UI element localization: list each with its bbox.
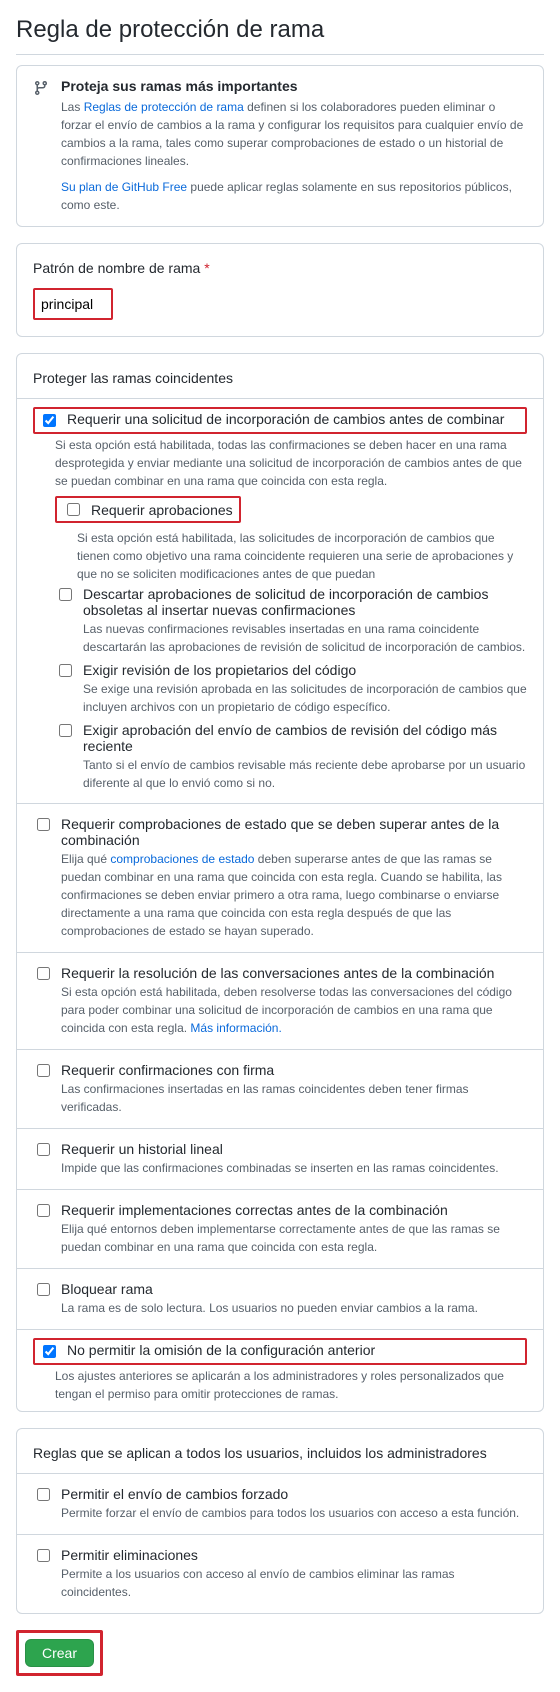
lock-label: Bloquear rama — [61, 1281, 527, 1297]
create-button-highlight: Crear — [16, 1630, 103, 1676]
protect-matching-header: Proteger las ramas coincidentes — [17, 354, 543, 399]
all-users-header: Reglas que se aplican a todos los usuari… — [17, 1429, 543, 1474]
status-checks-link[interactable]: comprobaciones de estado — [110, 852, 254, 866]
info-paragraph-1: Las Reglas de protección de rama definen… — [61, 98, 527, 170]
signed-desc: Las confirmaciones insertadas en las ram… — [61, 1080, 527, 1116]
codeowners-desc: Se exige una revisión aprobada en las so… — [83, 680, 527, 716]
deletions-checkbox[interactable] — [37, 1549, 50, 1562]
branch-rule-icon — [33, 80, 49, 96]
page-title: Regla de protección de rama — [16, 16, 544, 55]
no-bypass-highlight: No permitir la omisión de la configuraci… — [33, 1338, 527, 1365]
conversations-label: Requerir la resolución de las conversaci… — [61, 965, 527, 981]
linear-desc: Impide que las confirmaciones combinadas… — [61, 1159, 527, 1177]
deletions-desc: Permite a los usuarios con acceso al env… — [61, 1565, 527, 1601]
info-heading: Proteja sus ramas más importantes — [61, 78, 527, 94]
require-approvals-desc: Si esta opción está habilitada, las soli… — [77, 529, 527, 583]
dismiss-stale-desc: Las nuevas confirmaciones revisables ins… — [83, 620, 527, 656]
require-approvals-highlight: Requerir aprobaciones — [55, 496, 241, 523]
branch-pattern-panel: Patrón de nombre de rama * — [16, 243, 544, 337]
lock-desc: La rama es de solo lectura. Los usuarios… — [61, 1299, 527, 1317]
all-users-panel: Reglas que se aplican a todos los usuari… — [16, 1428, 544, 1614]
protection-rules-link[interactable]: Reglas de protección de rama — [84, 100, 244, 114]
protect-matching-panel: Proteger las ramas coincidentes Requerir… — [16, 353, 544, 1412]
last-push-desc: Tanto si el envío de cambios revisable m… — [83, 756, 527, 792]
require-pr-highlight: Requerir una solicitud de incorporación … — [33, 407, 527, 434]
create-button[interactable]: Crear — [25, 1639, 94, 1667]
dismiss-stale-label: Descartar aprobaciones de solicitud de i… — [83, 586, 527, 618]
require-approvals-label: Requerir aprobaciones — [91, 502, 233, 518]
lock-checkbox[interactable] — [37, 1283, 50, 1296]
status-checks-label: Requerir comprobaciones de estado que se… — [61, 816, 527, 848]
deletions-label: Permitir eliminaciones — [61, 1547, 527, 1563]
require-pr-checkbox[interactable] — [43, 414, 56, 427]
require-pr-desc: Si esta opción está habilitada, todas la… — [55, 436, 527, 490]
linear-checkbox[interactable] — [37, 1143, 50, 1156]
require-pr-label: Requerir una solicitud de incorporación … — [67, 411, 504, 427]
no-bypass-desc: Los ajustes anteriores se aplicarán a lo… — [55, 1367, 527, 1403]
deployments-checkbox[interactable] — [37, 1204, 50, 1217]
linear-label: Requerir un historial lineal — [61, 1141, 527, 1157]
info-panel: Proteja sus ramas más importantes Las Re… — [16, 65, 544, 227]
conversations-link[interactable]: Más información. — [190, 1021, 281, 1035]
last-push-checkbox[interactable] — [59, 724, 72, 737]
conversations-checkbox[interactable] — [37, 967, 50, 980]
conversations-desc: Si esta opción está habilitada, deben re… — [61, 983, 527, 1037]
info-paragraph-2: Su plan de GitHub Free puede aplicar reg… — [61, 178, 527, 214]
branch-pattern-label: Patrón de nombre de rama * — [17, 244, 543, 288]
codeowners-checkbox[interactable] — [59, 664, 72, 677]
deployments-label: Requerir implementaciones correctas ante… — [61, 1202, 527, 1218]
last-push-label: Exigir aprobación del envío de cambios d… — [83, 722, 527, 754]
deployments-desc: Elija qué entornos deben implementarse c… — [61, 1220, 527, 1256]
force-push-desc: Permite forzar el envío de cambios para … — [61, 1504, 527, 1522]
github-free-link[interactable]: Su plan de GitHub Free — [61, 180, 187, 194]
status-checks-desc: Elija qué comprobaciones de estado deben… — [61, 850, 527, 940]
branch-pattern-input[interactable] — [37, 292, 109, 316]
require-approvals-checkbox[interactable] — [67, 503, 80, 516]
codeowners-label: Exigir revisión de los propietarios del … — [83, 662, 527, 678]
signed-checkbox[interactable] — [37, 1064, 50, 1077]
no-bypass-label: No permitir la omisión de la configuraci… — [67, 1342, 375, 1358]
status-checks-checkbox[interactable] — [37, 818, 50, 831]
force-push-label: Permitir el envío de cambios forzado — [61, 1486, 527, 1502]
no-bypass-checkbox[interactable] — [43, 1345, 56, 1358]
signed-label: Requerir confirmaciones con firma — [61, 1062, 527, 1078]
dismiss-stale-checkbox[interactable] — [59, 588, 72, 601]
force-push-checkbox[interactable] — [37, 1488, 50, 1501]
